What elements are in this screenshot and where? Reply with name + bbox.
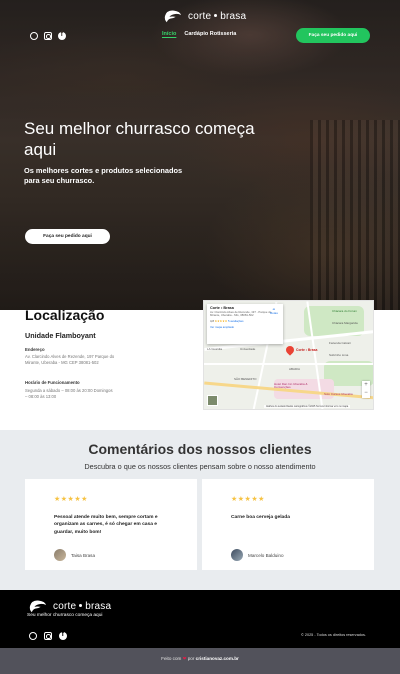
avatar bbox=[231, 549, 243, 561]
whatsapp-icon[interactable] bbox=[30, 32, 38, 40]
instagram-icon[interactable] bbox=[44, 32, 52, 40]
review-author: Marcelo Balduino bbox=[231, 549, 284, 561]
hero-section: cortebrasa Início Cardápio Rotisseria Fa… bbox=[0, 0, 400, 310]
order-button-hero[interactable]: Faça seu pedido aqui bbox=[25, 229, 110, 244]
address-text: Av. Clarcindo Alves de Rezende, 197 Parq… bbox=[25, 354, 115, 365]
hero-title: Seu melhor churrasco começa aqui bbox=[24, 119, 255, 159]
nav-item-inicio[interactable]: Início bbox=[162, 31, 176, 37]
review-author: Taisa Brasa bbox=[54, 549, 95, 561]
social-links bbox=[30, 31, 66, 40]
copyright: © 2025 - Todos os direitos reservados. bbox=[301, 633, 366, 637]
logo-mark-icon bbox=[164, 10, 181, 23]
location-title: Localização bbox=[25, 307, 105, 323]
credits-text: Feito com ❤ por cristianovaz.com.br bbox=[161, 656, 239, 661]
hours-label: Horário de Funcionamento bbox=[25, 380, 80, 385]
directions-button[interactable]: ➦ Rotas bbox=[270, 307, 278, 315]
review-card: ★★★★★ Pessoal atende muito bem, sempre c… bbox=[25, 479, 197, 570]
footer-social-links bbox=[29, 631, 67, 640]
whatsapp-icon[interactable] bbox=[29, 632, 37, 640]
rating-stars: ★★★★★ bbox=[231, 496, 265, 503]
brand-logo[interactable]: corte brasa bbox=[162, 8, 246, 24]
instagram-icon[interactable] bbox=[44, 632, 52, 640]
nav-item-cardapio[interactable]: Cardápio Rotisseria bbox=[184, 31, 236, 37]
address-label: Endereço bbox=[25, 347, 45, 352]
reviews-subtitle: Descubra o que os nossos clientes pensam… bbox=[84, 462, 316, 471]
top-navigation: cortebrasa Início Cardápio Rotisseria Fa… bbox=[0, 0, 400, 60]
view-larger-map-link[interactable]: Ver mapa ampliado bbox=[210, 325, 280, 329]
review-text: Carne boa cerveja gelada bbox=[231, 515, 290, 520]
rating-stars: ★★★★★ bbox=[54, 496, 88, 503]
avatar bbox=[54, 549, 66, 561]
facebook-icon[interactable] bbox=[59, 631, 67, 640]
footer-tagline: Seu melhor churrasco começa aqui bbox=[27, 613, 103, 618]
order-button-top[interactable]: Faça seu pedido aqui bbox=[296, 28, 370, 43]
satellite-toggle[interactable] bbox=[207, 395, 218, 406]
review-card: ★★★★★ Carne boa cerveja gelada Marcelo B… bbox=[202, 479, 374, 570]
credits-link[interactable]: cristianovaz.com.br bbox=[196, 656, 239, 661]
hours-text: Segunda a sábado – 08:00 às 20:00 Doming… bbox=[25, 388, 113, 399]
map-zoom-controls[interactable]: + − bbox=[362, 381, 370, 398]
heart-icon: ❤ bbox=[182, 656, 187, 661]
facebook-icon[interactable] bbox=[58, 31, 66, 40]
google-map[interactable]: Corte • Brasa Av. Clarcindo Alves de Rez… bbox=[203, 300, 374, 410]
review-text: Pessoal atende muito bem, sempre cortam … bbox=[54, 515, 158, 535]
hero-subtitle: Os melhores cortes e produtos selecionad… bbox=[24, 166, 183, 185]
main-nav: Início Cardápio Rotisseria bbox=[162, 31, 236, 37]
logo-mark-icon bbox=[29, 600, 46, 613]
footer-logo[interactable]: corte brasa bbox=[27, 598, 111, 614]
reviews-title: Comentários dos nossos clientes bbox=[88, 441, 312, 457]
unit-name: Unidade Flamboyant bbox=[25, 331, 96, 340]
map-pin-icon[interactable] bbox=[284, 344, 296, 356]
